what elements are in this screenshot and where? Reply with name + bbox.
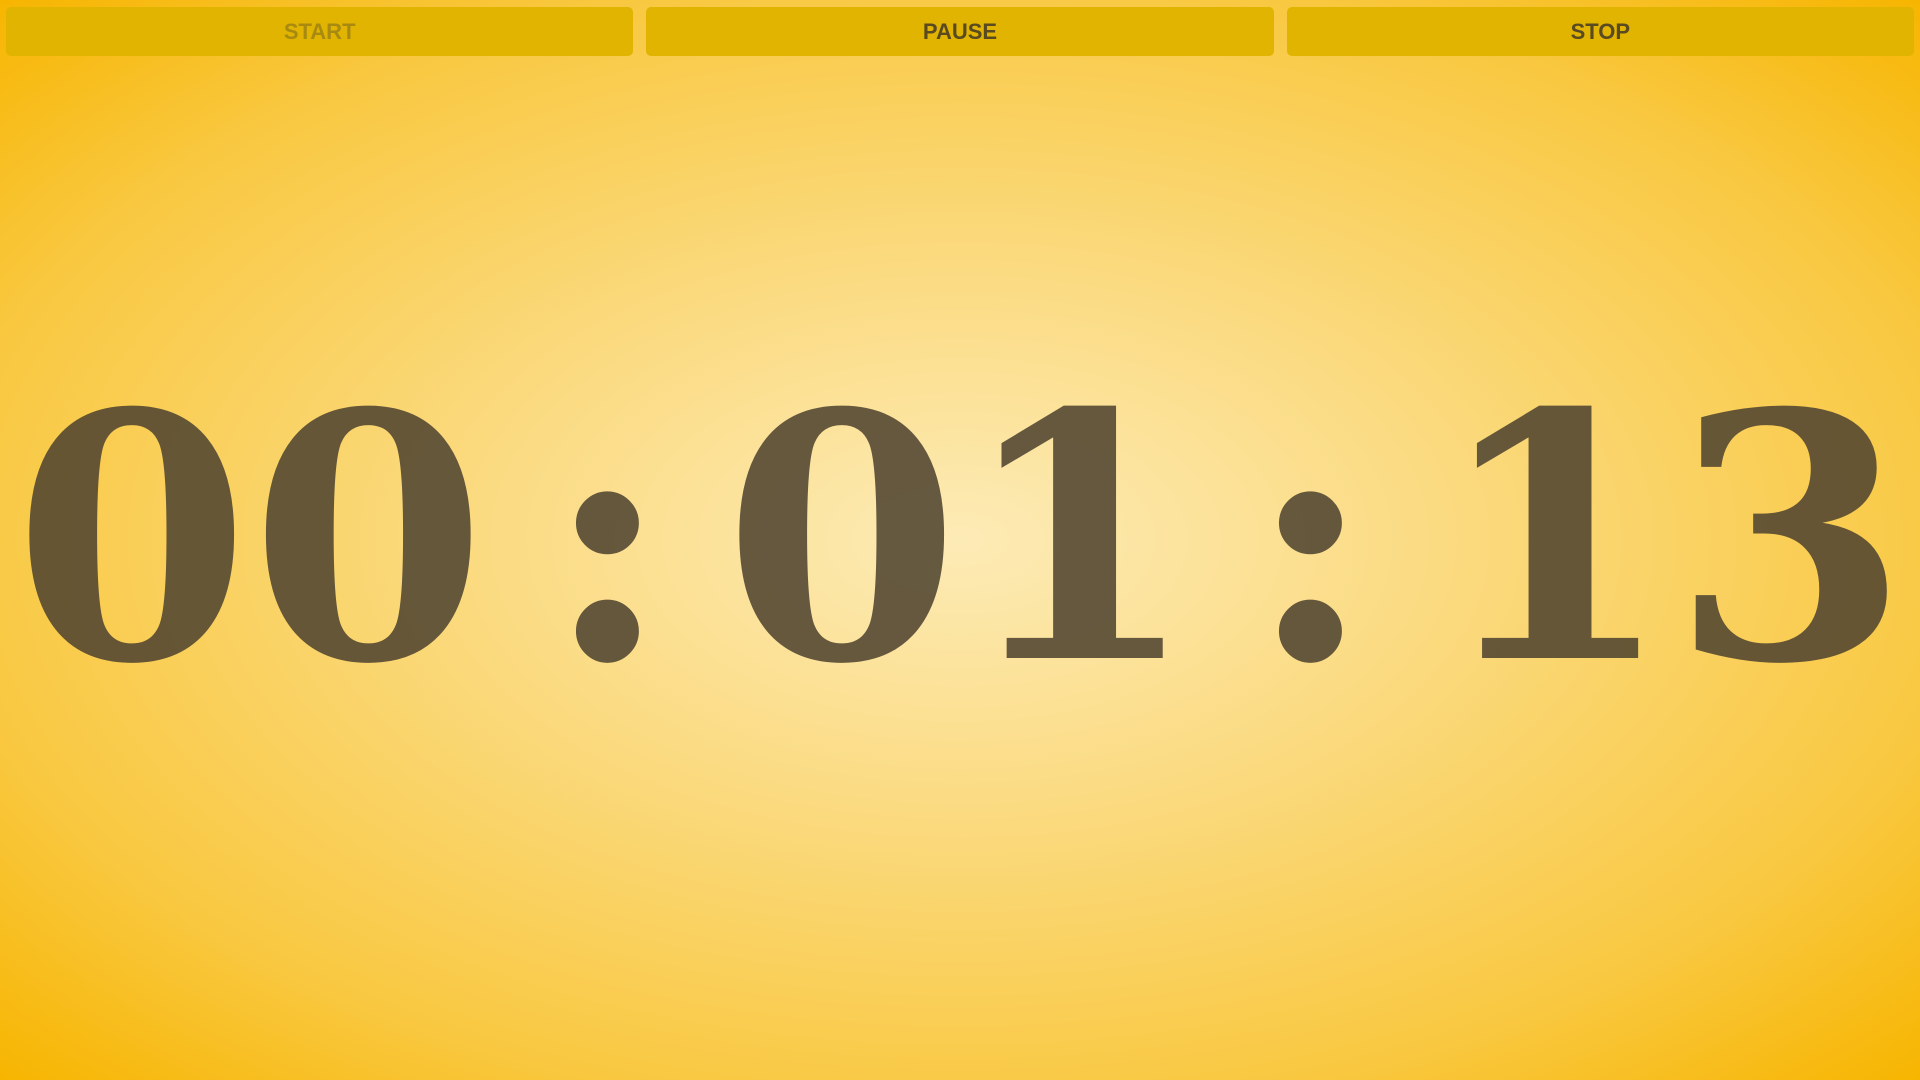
stop-button[interactable]: STOP — [1286, 7, 1914, 56]
timer-minutes: 01 — [723, 340, 1197, 739]
control-toolbar: START PAUSE STOP — [6, 7, 1914, 56]
pause-button[interactable]: PAUSE — [646, 7, 1274, 56]
start-button[interactable]: START — [6, 7, 634, 56]
timer-display: 00 : 01 : 13 — [0, 340, 1920, 739]
timer-seconds: 13 — [1435, 340, 1909, 739]
timer-separator: : — [544, 340, 671, 739]
timer-hours: 00 — [13, 340, 487, 739]
timer-separator: : — [1247, 340, 1374, 739]
